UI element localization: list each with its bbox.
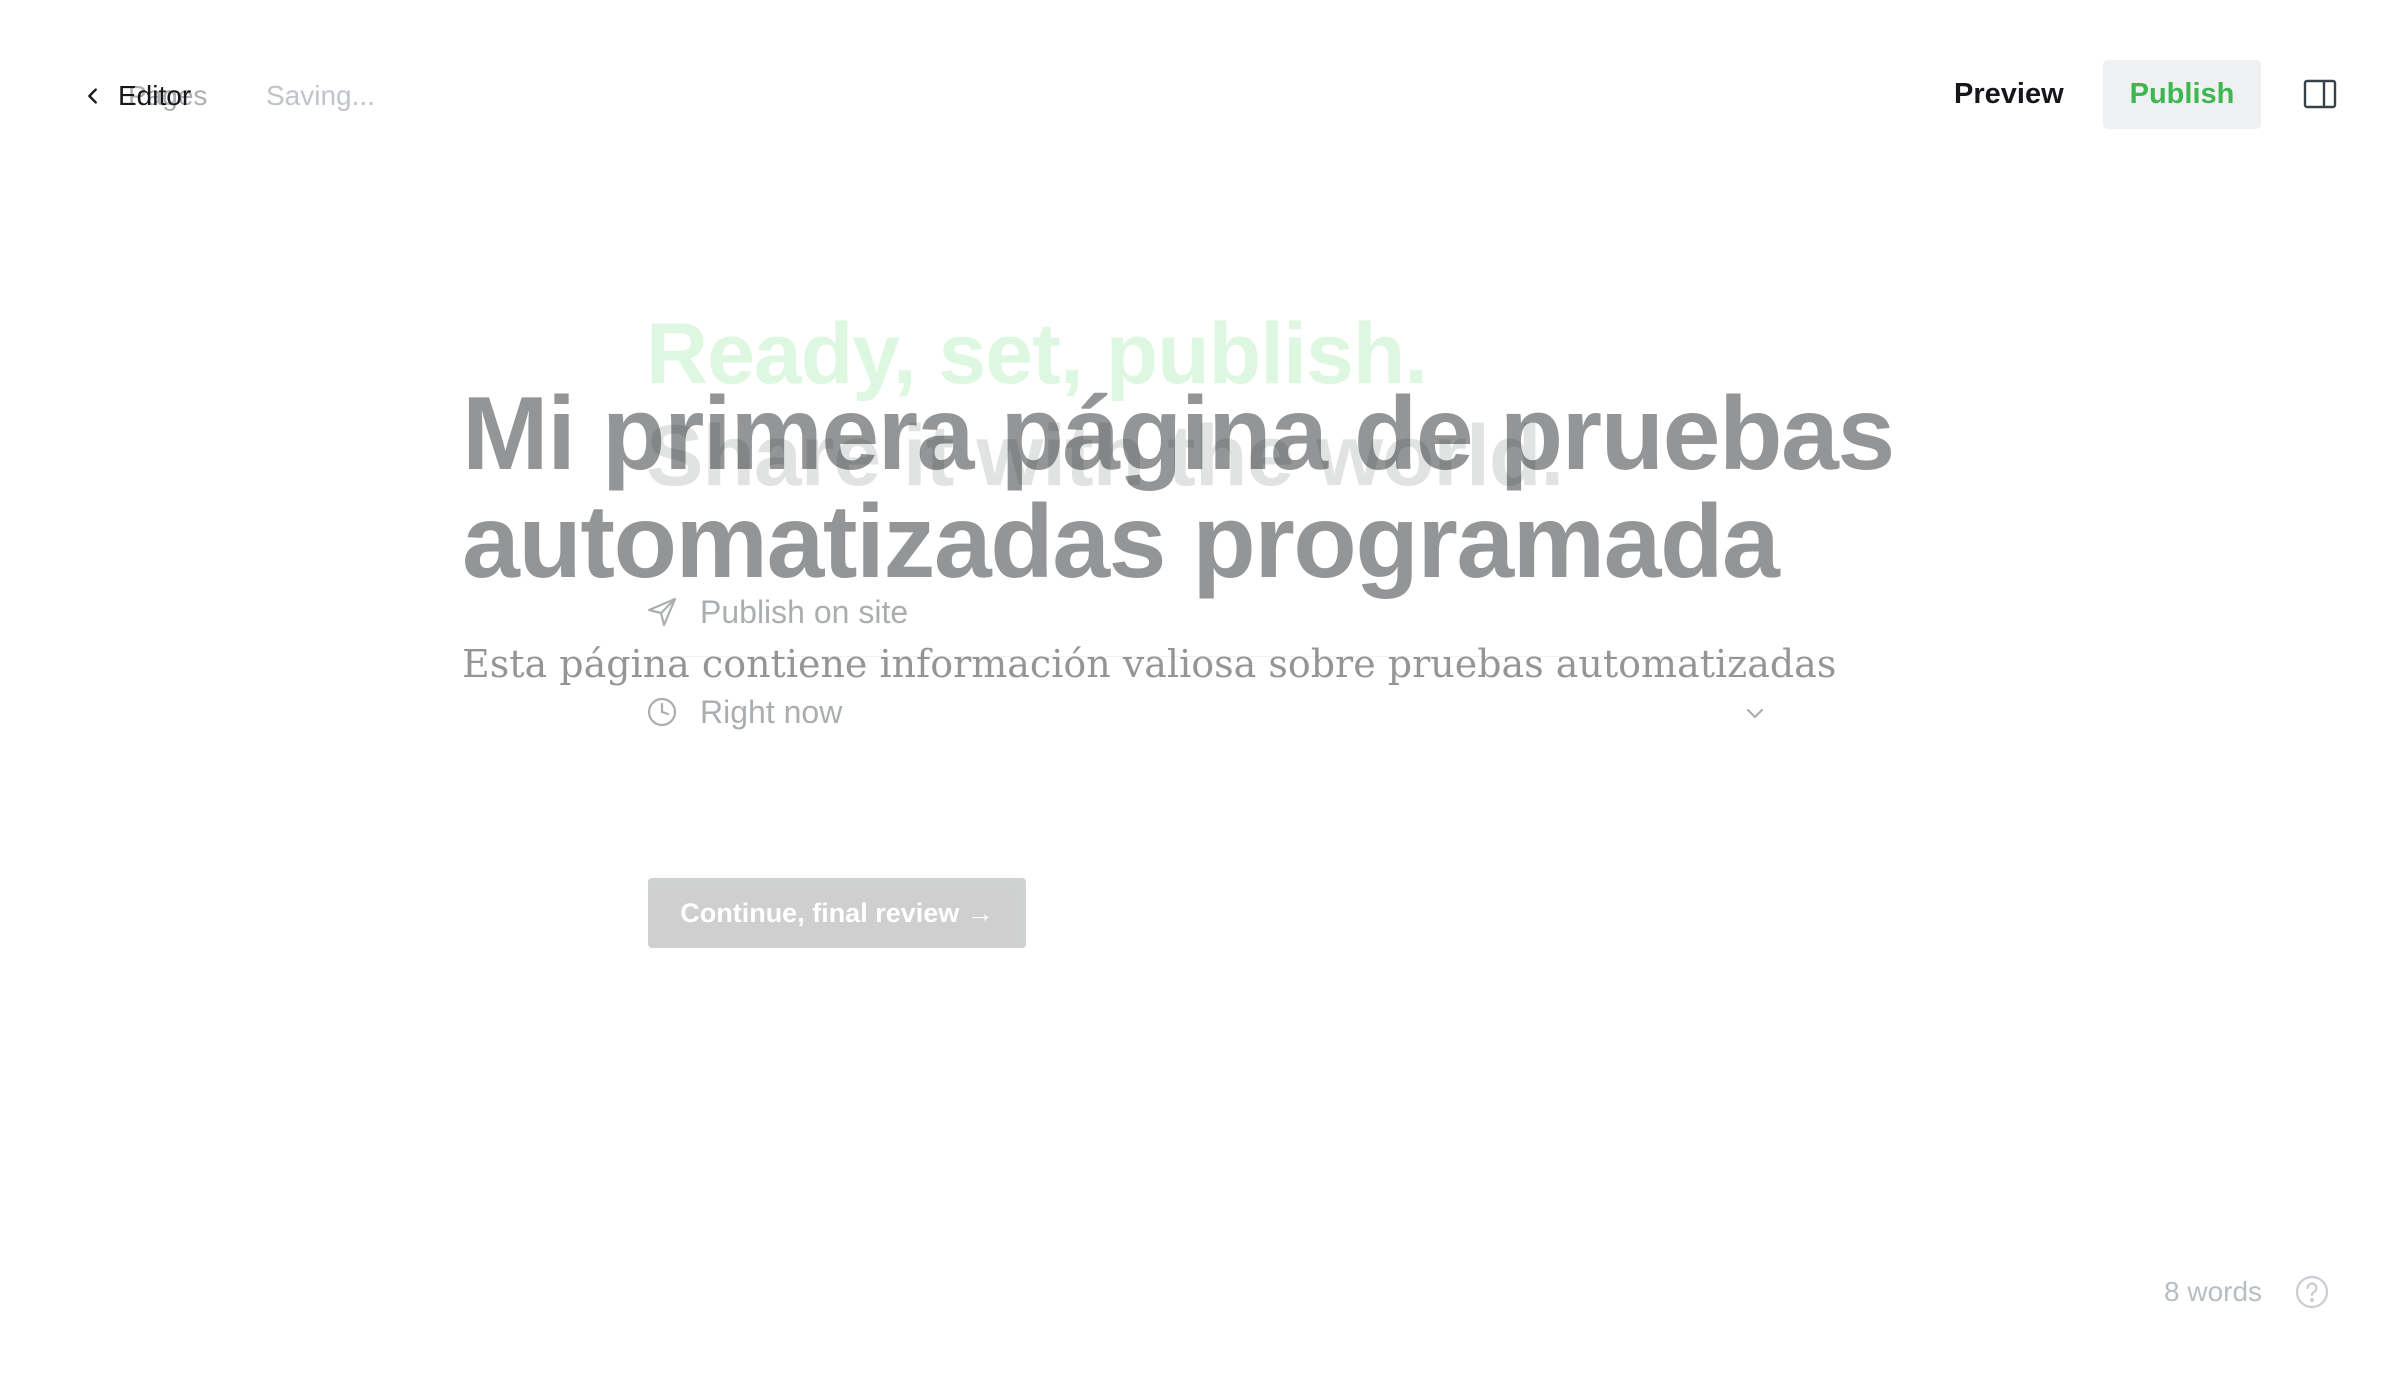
back-label-stack: Editor Pages [118,78,207,114]
publish-editor-screen: Editor Pages Saving... Preview Publish M… [0,0,2400,1380]
publish-button[interactable]: Publish [2103,60,2261,129]
chevron-left-icon [88,88,97,104]
clock-icon [647,697,677,727]
send-icon [647,597,677,627]
back-to-editor-link[interactable]: Editor Pages [82,78,207,114]
publish-heading: Ready, set, publish. [646,306,1428,402]
continue-final-review-button[interactable]: Continue, final review → [648,878,1026,948]
publish-target-label: Publish on site [700,593,909,630]
publish-subheading: Share it with the world. [646,408,1564,504]
word-count: 8 words [2164,1276,2263,1307]
sidebar-toggle-icon[interactable] [2302,76,2338,112]
publish-flow-overlay: Ready, set, publish. Share it with the w… [0,0,2400,1380]
help-circle-icon[interactable] [2294,1274,2330,1310]
publish-time-label: Right now [700,693,843,730]
chevron-down-icon [1746,708,1764,719]
save-status: Saving... [266,80,375,111]
editor-header: Editor Pages Saving... Preview Publish [0,0,2400,190]
publish-time-option[interactable]: Right now [646,682,1766,742]
preview-button[interactable]: Preview [1936,60,2082,128]
publish-target-option[interactable]: Publish on site [646,582,1766,642]
option-divider [646,656,1766,657]
back-ghost-label: Pages [128,80,208,111]
